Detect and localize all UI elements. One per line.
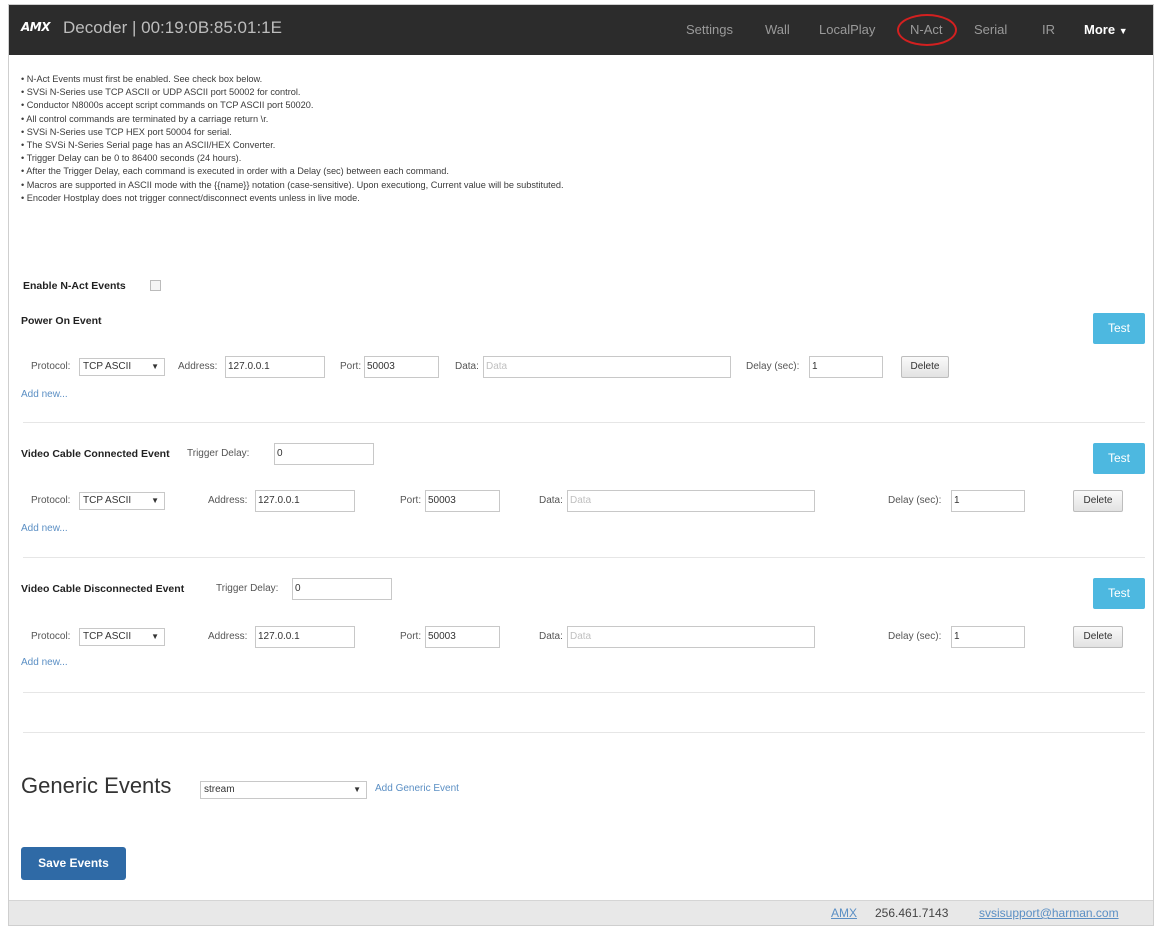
caret-down-icon: ▼ — [353, 785, 361, 794]
caret-down-icon: ▼ — [151, 632, 159, 641]
video-disconnected-address-input[interactable]: 127.0.0.1 — [255, 626, 355, 648]
section-divider — [23, 422, 1145, 423]
caret-down-icon: ▼ — [1118, 26, 1128, 36]
port-label: Port: — [400, 631, 422, 642]
note-item: • Trigger Delay can be 0 to 86400 second… — [21, 153, 242, 164]
address-label: Address: — [208, 495, 248, 506]
video-connected-port-input[interactable]: 50003 — [425, 490, 500, 512]
caret-down-icon: ▼ — [151, 496, 159, 505]
address-label: Address: — [208, 631, 248, 642]
nav-ir[interactable]: IR — [1042, 22, 1055, 37]
note-item: • N-Act Events must first be enabled. Se… — [21, 74, 263, 84]
video-connected-test-button[interactable]: Test — [1093, 443, 1145, 474]
trigger-delay-label: Trigger Delay: — [187, 448, 250, 459]
video-disconnected-port-input[interactable]: 50003 — [425, 626, 500, 648]
data-label: Data: — [539, 631, 563, 642]
note-item: • The SVSi N-Series Serial page has an A… — [21, 140, 276, 151]
power-on-protocol-select[interactable]: TCP ASCII ▼ — [79, 358, 165, 376]
delay-label: Delay (sec): — [888, 631, 942, 642]
note-item: • After the Trigger Delay, each command … — [21, 166, 449, 177]
power-on-data-input[interactable]: Data — [483, 356, 731, 378]
power-on-add-new-link[interactable]: Add new... — [21, 389, 68, 400]
generic-event-select[interactable]: stream ▼ — [200, 781, 367, 799]
nav-wall[interactable]: Wall — [765, 22, 790, 37]
nav-more-dropdown[interactable]: More ▼ — [1084, 22, 1128, 37]
protocol-label: Protocol: — [31, 631, 71, 642]
note-item: • All control commands are terminated by… — [21, 113, 269, 124]
power-on-test-button[interactable]: Test — [1093, 313, 1145, 344]
device-title: Decoder | 00:19:0B:85:01:1E — [63, 18, 282, 37]
note-item: • SVSi N-Series use TCP HEX port 50004 f… — [21, 126, 232, 137]
video-disconnected-data-input[interactable]: Data — [567, 626, 815, 648]
caret-down-icon: ▼ — [151, 362, 159, 371]
nav-serial[interactable]: Serial — [974, 22, 1007, 37]
note-item: • Conductor N8000s accept script command… — [21, 100, 314, 111]
protocol-label: Protocol: — [31, 495, 71, 506]
power-on-port-input[interactable]: 50003 — [364, 356, 439, 378]
video-disconnected-delete-button[interactable]: Delete — [1073, 626, 1123, 648]
footer-amx-link[interactable]: AMX — [831, 906, 857, 920]
section-divider — [23, 732, 1145, 733]
video-connected-event-title: Video Cable Connected Event — [21, 448, 170, 460]
footer-email-link[interactable]: svsisupport@harman.com — [979, 906, 1119, 920]
note-item: • SVSi N-Series use TCP ASCII or UDP ASC… — [21, 87, 301, 98]
note-item: • Encoder Hostplay does not trigger conn… — [21, 192, 360, 203]
nav-localplay[interactable]: LocalPlay — [819, 22, 875, 37]
section-divider — [23, 557, 1145, 558]
video-connected-trigger-delay-input[interactable]: 0 — [274, 443, 374, 465]
video-connected-delay-input[interactable]: 1 — [951, 490, 1025, 512]
top-navbar: AMX Decoder | 00:19:0B:85:01:1E Settings… — [9, 5, 1153, 55]
delay-label: Delay (sec): — [746, 361, 800, 372]
section-divider — [23, 692, 1145, 693]
enable-n-act-label: Enable N-Act Events — [23, 280, 126, 292]
instructions-list: • N-Act Events must first be enabled. Se… — [21, 73, 564, 205]
footer-phone: 256.461.7143 — [875, 906, 949, 920]
address-label: Address: — [178, 361, 218, 372]
port-label: Port: — [340, 361, 362, 372]
video-connected-address-input[interactable]: 127.0.0.1 — [255, 490, 355, 512]
footer-bar: AMX 256.461.7143 svsisupport@harman.com — [9, 900, 1153, 925]
video-connected-add-new-link[interactable]: Add new... — [21, 523, 68, 534]
port-label: Port: — [400, 495, 422, 506]
video-connected-protocol-select[interactable]: TCP ASCII ▼ — [79, 492, 165, 510]
video-disconnected-event-title: Video Cable Disconnected Event — [21, 583, 185, 595]
amx-logo: AMX — [21, 20, 50, 34]
video-disconnected-add-new-link[interactable]: Add new... — [21, 657, 68, 668]
data-label: Data: — [539, 495, 563, 506]
protocol-label: Protocol: — [31, 361, 71, 372]
save-events-button[interactable]: Save Events — [21, 847, 126, 880]
generic-events-title: Generic Events — [21, 773, 172, 798]
delay-label: Delay (sec): — [888, 495, 942, 506]
browser-frame: AMX Decoder | 00:19:0B:85:01:1E Settings… — [8, 4, 1154, 926]
video-disconnected-trigger-delay-input[interactable]: 0 — [292, 578, 392, 600]
power-on-event-title: Power On Event — [21, 315, 102, 327]
power-on-delete-button[interactable]: Delete — [901, 356, 949, 378]
video-disconnected-delay-input[interactable]: 1 — [951, 626, 1025, 648]
enable-n-act-checkbox[interactable] — [150, 280, 161, 291]
note-item: • Macros are supported in ASCII mode wit… — [21, 179, 564, 190]
power-on-delay-input[interactable]: 1 — [809, 356, 883, 378]
nav-n-act[interactable]: N-Act — [910, 22, 943, 37]
video-disconnected-protocol-select[interactable]: TCP ASCII ▼ — [79, 628, 165, 646]
power-on-address-input[interactable]: 127.0.0.1 — [225, 356, 325, 378]
trigger-delay-label: Trigger Delay: — [216, 583, 279, 594]
video-connected-data-input[interactable]: Data — [567, 490, 815, 512]
nav-settings[interactable]: Settings — [686, 22, 733, 37]
video-connected-delete-button[interactable]: Delete — [1073, 490, 1123, 512]
video-disconnected-test-button[interactable]: Test — [1093, 578, 1145, 609]
add-generic-event-link[interactable]: Add Generic Event — [375, 783, 459, 794]
data-label: Data: — [455, 361, 479, 372]
